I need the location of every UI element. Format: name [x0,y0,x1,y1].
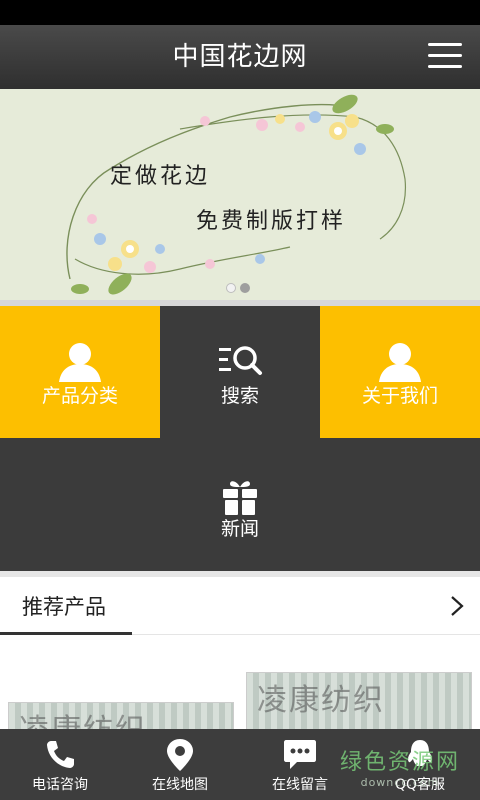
tile-news[interactable]: 新闻 [0,438,480,571]
promo-banner[interactable]: 定做花边 免费制版打样 [0,89,480,300]
tile-label: 新闻 [220,518,259,540]
hamburger-menu-icon[interactable] [428,43,462,71]
carousel-dot-active[interactable] [240,283,250,293]
gift-icon [223,481,257,515]
banner-subheadline: 免费制版打样 [196,209,347,234]
floral-wreath-decoration [66,94,407,295]
watermark-text: 绿色资源网 [339,750,460,775]
tile-label: 搜索 [220,385,259,407]
recommended-products-header[interactable]: 推荐产品 [0,577,480,635]
product-watermark: 凌康纺织 [257,683,385,718]
nav-label: 电话咨询 [32,777,88,793]
watermark-url: downcc.com [360,776,440,789]
page-title: 中国花边网 [172,42,308,72]
site-watermark: 绿色资源网 downcc.com [340,744,460,789]
user-icon [59,343,101,382]
user-icon [379,343,421,382]
banner-headline: 定做花边 [110,164,211,189]
search-list-icon [219,346,262,375]
carousel-dots [226,283,250,293]
tile-search[interactable]: 搜索 [160,306,320,438]
section-title: 推荐产品 [22,595,106,619]
tile-label: 关于我们 [361,385,438,407]
nav-phone-consult[interactable]: 电话咨询 [0,729,120,800]
section-title-underline [0,632,132,635]
tile-product-category[interactable]: 产品分类 [0,306,160,438]
message-icon [284,740,316,769]
status-bar [0,0,480,25]
phone-icon [47,741,74,768]
app-header: 中国花边网 [0,25,480,89]
tile-label: 产品分类 [41,385,118,407]
carousel-dot[interactable] [226,283,236,293]
nav-online-map[interactable]: 在线地图 [120,729,240,800]
map-pin-icon [167,739,193,771]
product-list: 凌康纺织 凌康纺织 [0,636,480,742]
tile-about-us[interactable]: 关于我们 [320,306,480,438]
chevron-right-icon[interactable] [450,595,464,617]
nav-label: 在线地图 [152,777,208,793]
